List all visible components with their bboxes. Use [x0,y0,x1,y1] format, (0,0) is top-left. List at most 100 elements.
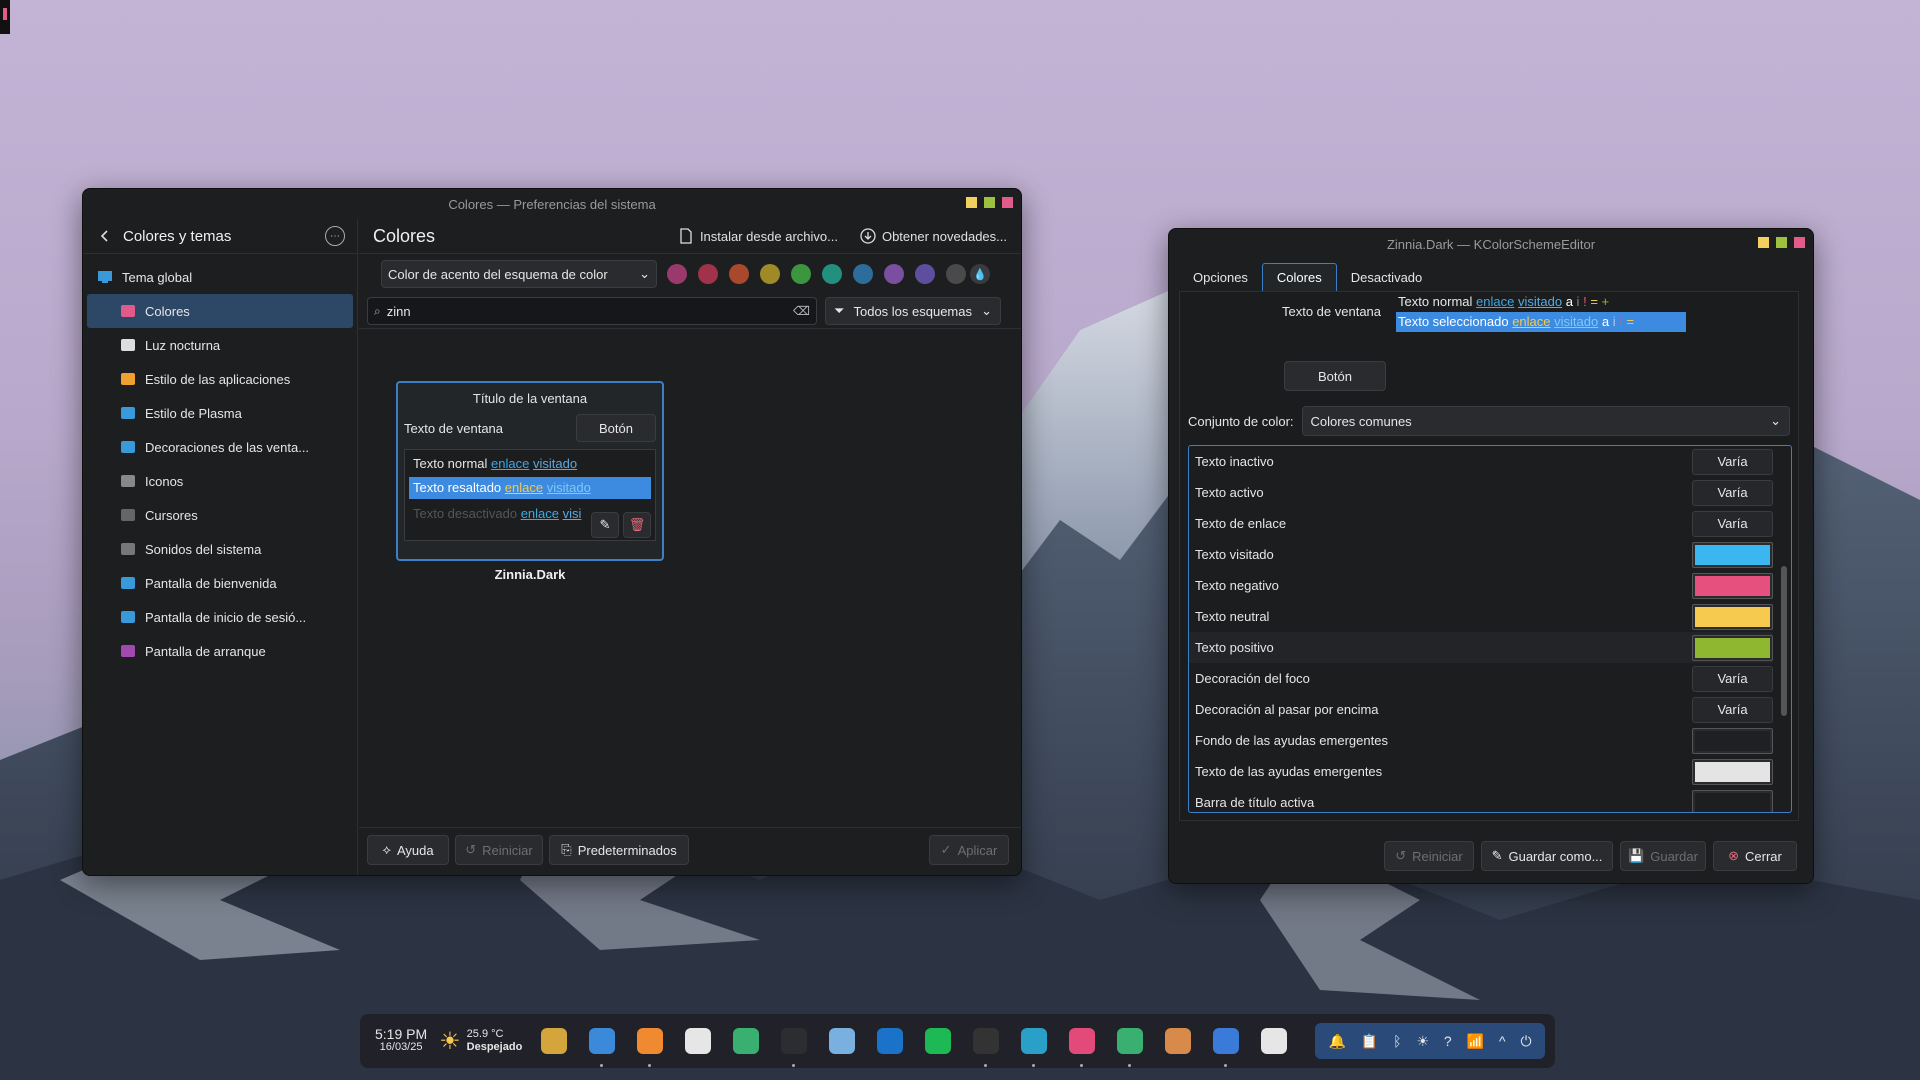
close-editor-button[interactable]: ⊗ Cerrar [1713,841,1797,871]
scheme-card[interactable]: Título de la ventana Texto de ventana Bo… [396,381,664,561]
sidebar-item-global-theme[interactable]: Tema global [83,260,357,294]
sidebar-item[interactable]: Pantalla de inicio de sesió... [83,600,357,634]
accent-color-swatch[interactable] [884,264,904,284]
get-new-button[interactable]: Obtener novedades... [860,228,1007,244]
more-options-icon[interactable]: ⋯ [325,226,345,246]
sidebar-item[interactable]: Pantalla de arranque [83,634,357,668]
bluetooth-icon[interactable]: ᛒ [1393,1033,1401,1049]
sidebar-item[interactable]: Estilo de Plasma [83,396,357,430]
accent-color-swatch[interactable] [822,264,842,284]
accent-color-swatch[interactable] [667,264,687,284]
page-title: Colores [373,225,436,246]
store-icon[interactable] [681,1024,715,1058]
accent-color-swatch[interactable] [760,264,780,284]
editor-reset-button[interactable]: ↺ Reiniciar [1384,841,1474,871]
sidebar-item[interactable]: Decoraciones de las venta... [83,430,357,464]
image-viewer-icon[interactable] [729,1024,763,1058]
power-icon[interactable]: ⏻ [1520,1033,1531,1050]
help-icon[interactable]: ? [1444,1033,1452,1049]
sidebar-item[interactable]: Sonidos del sistema [83,532,357,566]
gallery-icon[interactable] [1113,1024,1147,1067]
code-icon[interactable] [1209,1024,1243,1067]
blender-icon[interactable] [633,1024,667,1067]
expand-icon[interactable]: ^ [1499,1033,1506,1049]
settings-icon[interactable] [825,1024,859,1058]
maximize-button[interactable] [1776,237,1787,248]
screenshot-icon[interactable] [1257,1024,1291,1058]
defaults-button[interactable]: ⎘ Predeterminados [549,835,689,865]
minimize-button[interactable] [1758,237,1769,248]
tab-opciones[interactable]: Opciones [1179,263,1262,291]
search-input[interactable]: ⌕ zinn ⌫ [367,297,817,325]
paint-icon[interactable] [1161,1024,1195,1058]
sidebar-item-label: Cursores [145,507,198,523]
sidebar-item[interactable]: Iconos [83,464,357,498]
sidebar-item[interactable]: Luz nocturna [83,328,357,362]
clear-search-icon[interactable]: ⌫ [793,304,810,318]
spotify-icon[interactable] [921,1024,955,1058]
weather-widget[interactable]: ☀ 25.9 °C Despejado [439,1027,522,1056]
wifi-icon[interactable]: 📶 [1467,1033,1484,1050]
color-swatch-button[interactable] [1692,603,1773,630]
custom-accent-dropper-icon[interactable]: 💧 [970,264,990,284]
color-swatch-button[interactable] [1692,541,1773,568]
tab-colores[interactable]: Colores [1261,263,1337,291]
varies-button[interactable]: Varía [1692,510,1773,537]
install-from-file-button[interactable]: Instalar desde archivo... [678,228,838,244]
outlook-icon[interactable] [873,1024,907,1058]
varies-button[interactable]: Varía [1692,448,1773,475]
close-button[interactable] [1002,197,1013,208]
color-swatch-button[interactable] [1692,758,1773,785]
helmet-icon[interactable] [969,1024,1003,1067]
save-icon: 💾 [1628,848,1645,863]
color-swatch-button[interactable] [1692,727,1773,754]
minimize-button[interactable] [966,197,977,208]
help-button[interactable]: ⟡ Ayuda [367,835,449,865]
apply-button[interactable]: ✓ Aplicar [929,835,1009,865]
varies-button[interactable]: Varía [1692,479,1773,506]
window-titlebar[interactable]: Colores — Preferencias del sistema [83,189,1021,219]
color-swatch-button[interactable] [1692,789,1773,812]
tab-desactivado[interactable]: Desactivado [1337,263,1437,291]
varies-button[interactable]: Varía [1692,696,1773,723]
color-swatch-button[interactable] [1692,572,1773,599]
clipboard-icon[interactable]: 📋 [1361,1033,1378,1050]
delete-scheme-button[interactable]: 🗑 [623,512,651,538]
reset-button[interactable]: ↺ Reiniciar [455,835,543,865]
kde-icon[interactable] [537,1024,571,1058]
color-row-label: Fondo de las ayudas emergentes [1195,733,1388,748]
files-icon[interactable] [585,1024,619,1067]
sidebar-item[interactable]: Pantalla de bienvenida [83,566,357,600]
accent-color-swatch[interactable] [915,264,935,284]
color-set-select[interactable]: Colores comunes ⌄ [1301,406,1790,436]
notifications-icon[interactable]: 🔔 [1328,1033,1345,1050]
window-titlebar[interactable]: Zinnia.Dark — KColorSchemeEditor [1169,229,1813,259]
sidebar-item[interactable]: Estilo de las aplicaciones [83,362,357,396]
sidebar-item[interactable]: Colores [87,294,353,328]
save-button[interactable]: 💾 Guardar [1620,841,1706,871]
sidebar-item[interactable]: Cursores [83,498,357,532]
edge-icon[interactable] [1017,1024,1051,1067]
accent-color-swatch[interactable] [853,264,873,284]
terminal-icon[interactable] [777,1024,811,1067]
accent-color-swatch[interactable] [729,264,749,284]
edit-scheme-button[interactable]: ✎ [591,512,619,538]
back-arrow-icon[interactable] [97,228,113,244]
filter-select[interactable]: ⏷ Todos los esquemas ⌄ [825,297,1001,325]
varies-button[interactable]: Varía [1692,665,1773,692]
clock[interactable]: 5:19 PM 16/03/25 [375,1027,427,1054]
accent-color-swatch[interactable] [698,264,718,284]
audio-icon[interactable] [1065,1024,1099,1067]
accent-color-swatch[interactable] [946,264,966,284]
color-swatch-button[interactable] [1692,634,1773,661]
undo-icon: ↺ [1395,848,1407,863]
sidebar: Colores y temas ⋯ Tema global Colores Luz… [83,219,358,875]
accent-color-select[interactable]: Color de acento del esquema de color ⌄ [381,260,657,288]
scrollbar[interactable] [1781,566,1787,716]
sounds-icon [120,541,136,557]
save-as-button[interactable]: ✎ Guardar como... [1481,841,1613,871]
maximize-button[interactable] [984,197,995,208]
close-button[interactable] [1794,237,1805,248]
accent-color-swatch[interactable] [791,264,811,284]
brightness-icon[interactable]: ☀ [1416,1033,1429,1050]
